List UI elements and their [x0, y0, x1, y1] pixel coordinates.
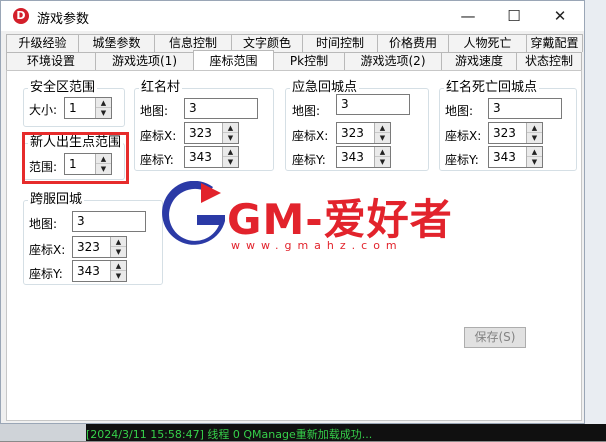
save-button[interactable]: 保存(S) — [464, 327, 526, 348]
window-title: 游戏参数 — [37, 12, 90, 27]
emergency-return-x-spinner[interactable]: 323 ▲ ▼ — [336, 122, 391, 144]
highlight-annotation-box — [22, 132, 129, 184]
tab-pk-control[interactable]: Pk控制 — [273, 52, 345, 70]
tab-game-options-2[interactable]: 游戏选项(2) — [344, 52, 442, 70]
red-village-x-label: 座标X: — [140, 129, 177, 143]
cross-server-map-input[interactable]: 3 — [72, 211, 146, 232]
red-death-return-map-label: 地图: — [445, 104, 474, 118]
title-bar[interactable]: D 游戏参数 — ☐ ✕ — [1, 1, 584, 31]
red-death-return-y-value: 343 — [493, 150, 516, 164]
cross-server-title: 跨服回城 — [30, 192, 83, 207]
emergency-return-x-value: 323 — [341, 126, 364, 140]
tab-game-speed[interactable]: 游戏速度 — [441, 52, 517, 70]
red-village-x-spinner[interactable]: 323 ▲ ▼ — [184, 122, 239, 144]
red-village-x-value: 323 — [189, 126, 212, 140]
tab-row-1: 升级经验 城堡参数 信息控制 文字颜色 时间控制 价格费用 人物死亡 穿戴配置 — [6, 34, 583, 52]
red-village-map-input[interactable]: 3 — [184, 98, 258, 119]
red-village-y-spinner[interactable]: 343 ▲ ▼ — [184, 146, 239, 168]
tab-game-options-1[interactable]: 游戏选项(1) — [95, 52, 194, 70]
safe-zone-size-value: 1 — [69, 101, 77, 115]
cross-server-x-value: 323 — [77, 240, 100, 254]
emergency-return-y-label: 座标Y: — [292, 153, 326, 167]
spin-down-icon[interactable]: ▼ — [375, 157, 390, 167]
red-village-y-label: 座标Y: — [140, 153, 174, 167]
spin-up-icon[interactable]: ▲ — [527, 147, 542, 157]
app-icon: D — [13, 8, 29, 24]
tab-status-control[interactable]: 状态控制 — [516, 52, 582, 70]
minimize-button[interactable]: — — [445, 1, 491, 31]
cross-server-y-spinner[interactable]: 343 ▲ ▼ — [72, 260, 127, 282]
red-death-return-x-value: 323 — [493, 126, 516, 140]
spin-down-icon[interactable]: ▼ — [111, 271, 126, 281]
spin-up-icon[interactable]: ▲ — [223, 147, 238, 157]
tab-time-control[interactable]: 时间控制 — [302, 34, 378, 52]
tab-character-death[interactable]: 人物死亡 — [448, 34, 527, 52]
gm-watermark: GM-爱好者 www.gmahz.com — [161, 181, 453, 261]
safe-zone-title: 安全区范围 — [30, 80, 96, 95]
cross-server-x-spinner[interactable]: 323 ▲ ▼ — [72, 236, 127, 258]
spin-down-icon[interactable]: ▼ — [527, 157, 542, 167]
tab-price-fees[interactable]: 价格费用 — [377, 34, 449, 52]
spin-up-icon[interactable]: ▲ — [375, 147, 390, 157]
tab-castle-params[interactable]: 城堡参数 — [78, 34, 155, 52]
watermark-url: www.gmahz.com — [231, 239, 403, 252]
emergency-return-y-spinner[interactable]: 343 ▲ ▼ — [336, 146, 391, 168]
cross-server-map-label: 地图: — [29, 217, 58, 231]
spin-up-icon[interactable]: ▲ — [96, 98, 111, 108]
red-death-return-y-spinner[interactable]: 343 ▲ ▼ — [488, 146, 543, 168]
tab-level-exp[interactable]: 升级经验 — [6, 34, 79, 52]
emergency-return-y-value: 343 — [341, 150, 364, 164]
spin-down-icon[interactable]: ▼ — [527, 133, 542, 143]
watermark-brand: GM-爱好者 — [227, 195, 453, 244]
close-button[interactable]: ✕ — [537, 1, 583, 31]
red-death-return-x-label: 座标X: — [445, 129, 482, 143]
red-death-return-title: 红名死亡回城点 — [446, 80, 538, 95]
spin-down-icon[interactable]: ▼ — [375, 133, 390, 143]
spin-down-icon[interactable]: ▼ — [96, 108, 111, 118]
red-village-title: 红名村 — [141, 80, 181, 95]
red-death-return-x-spinner[interactable]: 323 ▲ ▼ — [488, 122, 543, 144]
spin-down-icon[interactable]: ▼ — [223, 133, 238, 143]
safe-zone-size-spinner[interactable]: 1 ▲ ▼ — [64, 97, 112, 119]
gm-logo-icon — [162, 181, 225, 245]
red-village-y-value: 343 — [189, 150, 212, 164]
tab-row-2: 环境设置 游戏选项(1) 座标范围 Pk控制 游戏选项(2) 游戏速度 状态控制 — [6, 50, 582, 70]
cross-server-x-label: 座标X: — [29, 243, 66, 257]
emergency-return-title: 应急回城点 — [292, 80, 358, 95]
spin-down-icon[interactable]: ▼ — [223, 157, 238, 167]
tab-environment[interactable]: 环境设置 — [6, 52, 96, 70]
cross-server-y-label: 座标Y: — [29, 267, 63, 281]
background-log-text: [2024/3/11 15:58:47] 线程 0 QManage重新加载成功.… — [86, 428, 373, 441]
tab-coordinate-range[interactable]: 座标范围 — [193, 50, 274, 70]
maximize-button[interactable]: ☐ — [491, 1, 537, 31]
spin-up-icon[interactable]: ▲ — [375, 123, 390, 133]
emergency-return-x-label: 座标X: — [292, 129, 329, 143]
background-log-panel: [2024/3/11 15:58:47] 线程 0 QManage重新加载成功.… — [0, 424, 606, 441]
red-death-return-y-label: 座标Y: — [445, 153, 479, 167]
emergency-return-map-label: 地图: — [292, 104, 321, 118]
spin-down-icon[interactable]: ▼ — [111, 247, 126, 257]
game-params-window: D 游戏参数 — ☐ ✕ 升级经验 城堡参数 信息控制 文字颜色 时间控制 价格… — [0, 0, 585, 424]
spin-up-icon[interactable]: ▲ — [111, 237, 126, 247]
red-village-map-label: 地图: — [140, 104, 169, 118]
spin-up-icon[interactable]: ▲ — [111, 261, 126, 271]
cross-server-y-value: 343 — [77, 264, 100, 278]
tab-equip-config[interactable]: 穿戴配置 — [526, 34, 583, 52]
safe-zone-size-label: 大小: — [29, 103, 58, 117]
emergency-return-map-input[interactable]: 3 — [336, 94, 410, 115]
spin-up-icon[interactable]: ▲ — [223, 123, 238, 133]
red-death-return-map-input[interactable]: 3 — [488, 98, 562, 119]
background-window-edge — [585, 0, 606, 441]
spin-up-icon[interactable]: ▲ — [527, 123, 542, 133]
background-strip — [0, 424, 86, 441]
